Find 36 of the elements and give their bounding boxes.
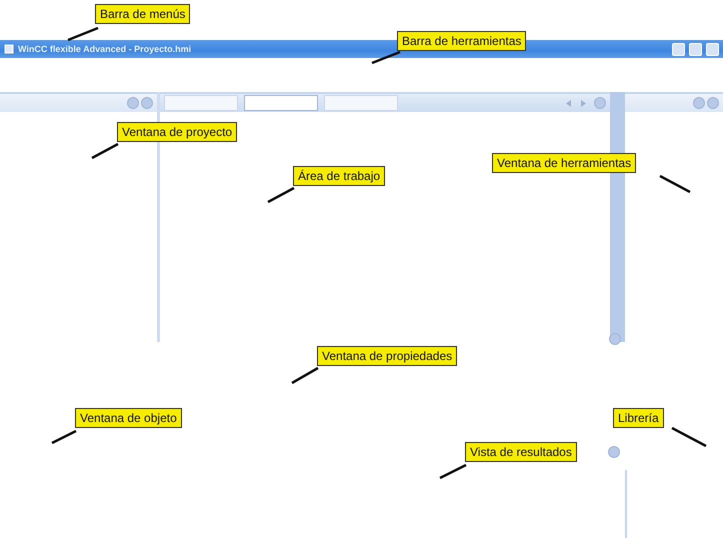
callout-label: Barra de menús	[95, 4, 190, 24]
pin-icon[interactable]	[127, 97, 139, 109]
maximize-button[interactable]	[689, 42, 702, 56]
callout-label: Librería	[613, 408, 664, 428]
minimize-button[interactable]	[672, 42, 685, 56]
callout-label: Vista de resultados	[465, 442, 577, 462]
callout-label: Ventana de proyecto	[117, 122, 238, 142]
close-icon[interactable]	[707, 97, 719, 109]
close-button[interactable]	[706, 42, 719, 56]
close-icon[interactable]	[609, 333, 621, 345]
close-icon[interactable]	[141, 97, 153, 109]
triangle-left-icon[interactable]	[564, 98, 573, 108]
editor-tab[interactable]	[164, 95, 238, 111]
editor-tab[interactable]	[324, 95, 398, 111]
app-icon	[4, 44, 14, 54]
leader-line	[266, 186, 296, 204]
callout-label: Área de trabajo	[293, 166, 386, 186]
triangle-right-icon[interactable]	[579, 98, 588, 108]
leader-line	[50, 429, 78, 445]
window-title: WinCC flexible Advanced - Proyecto.hmi	[18, 44, 192, 54]
panel-border	[625, 470, 627, 538]
callout-label: Ventana de objeto	[75, 408, 182, 428]
close-icon[interactable]	[594, 97, 606, 109]
editor-tab[interactable]	[244, 95, 318, 111]
leader-line	[290, 366, 320, 385]
callout-label: Barra de herramientas	[397, 31, 526, 51]
leader-line	[370, 50, 402, 65]
leader-line	[438, 463, 468, 480]
callout-label: Ventana de propiedades	[317, 346, 458, 366]
pin-icon[interactable]	[693, 97, 705, 109]
leader-line	[670, 426, 708, 448]
close-icon[interactable]	[608, 446, 620, 458]
leader-line	[90, 142, 120, 160]
leader-line	[66, 26, 100, 42]
leader-line	[658, 174, 692, 194]
callout-label: Ventana de herramientas	[492, 153, 636, 173]
